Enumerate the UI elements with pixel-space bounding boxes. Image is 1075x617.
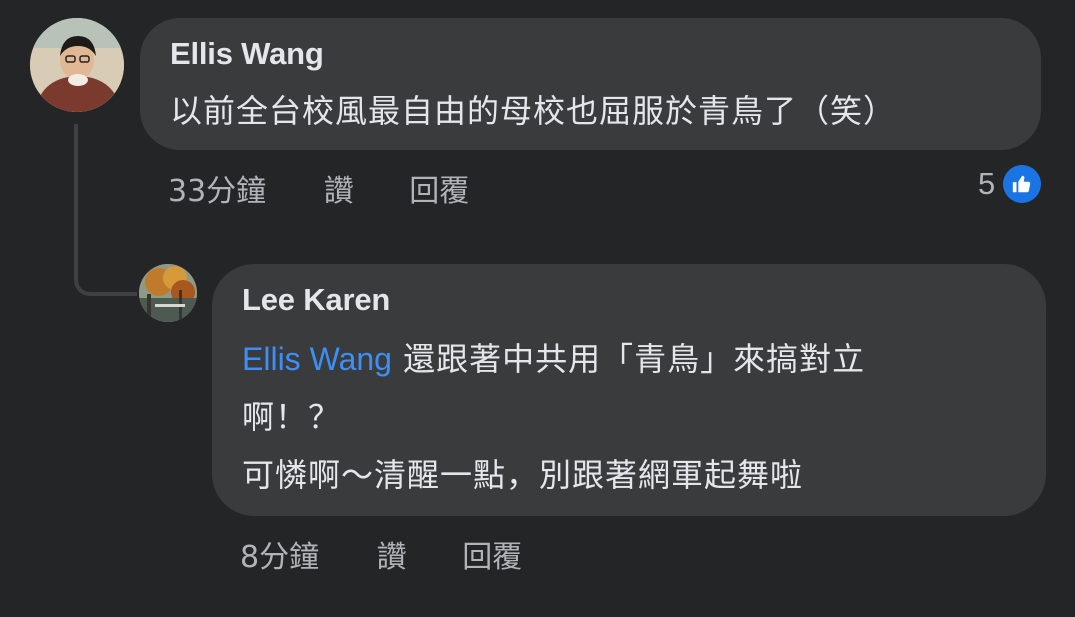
reply-author-name[interactable]: Lee Karen: [242, 280, 1016, 320]
reply-button[interactable]: 回覆: [462, 538, 522, 578]
comment-bubble: Ellis Wang 以前全台校風最自由的母校也屈服於青鳥了（笑）: [140, 18, 1041, 150]
avatar-ellis-wang[interactable]: [30, 18, 124, 112]
like-button[interactable]: 讚: [324, 172, 354, 212]
comment-actions: 33分鐘 讚 回覆: [168, 172, 469, 212]
like-icon: [1003, 165, 1042, 203]
like-button[interactable]: 讚: [377, 538, 407, 578]
comment-timestamp[interactable]: 33分鐘: [168, 172, 266, 212]
reaction-summary[interactable]: 5: [978, 164, 1042, 204]
reply-text-segment: 還跟著中共用「青鳥」來搞對立: [403, 340, 866, 378]
reply-text-line: 可憐啊～清醒一點，別跟著網軍起舞啦: [242, 456, 804, 494]
avatar-lee-karen[interactable]: [139, 264, 197, 322]
reply-actions: 8分鐘 讚 回覆: [240, 538, 522, 578]
avatar-photo: [30, 18, 124, 112]
reply-button[interactable]: 回覆: [409, 172, 469, 212]
reply-bubble: Lee Karen Ellis Wang 還跟著中共用「青鳥」來搞對立 啊！？ …: [212, 264, 1046, 516]
mention-link[interactable]: Ellis Wang: [242, 341, 392, 377]
reaction-count: 5: [978, 166, 996, 201]
comment-text-line: 以前全台校風最自由的母校也屈服於青鳥了（笑）: [170, 92, 897, 130]
comment-author-name[interactable]: Ellis Wang: [170, 34, 1011, 74]
reply-text-line: 啊！？: [242, 398, 342, 436]
reply-text: Ellis Wang 還跟著中共用「青鳥」來搞對立 啊！？ 可憐啊～清醒一點，別…: [242, 330, 1016, 504]
thread-connector-line: [74, 124, 137, 296]
comment-text: 以前全台校風最自由的母校也屈服於青鳥了（笑）: [170, 82, 1011, 140]
reply-text-line: Ellis Wang 還跟著中共用「青鳥」來搞對立: [242, 330, 1016, 388]
avatar-photo: [139, 264, 197, 322]
reply-timestamp[interactable]: 8分鐘: [240, 538, 319, 578]
